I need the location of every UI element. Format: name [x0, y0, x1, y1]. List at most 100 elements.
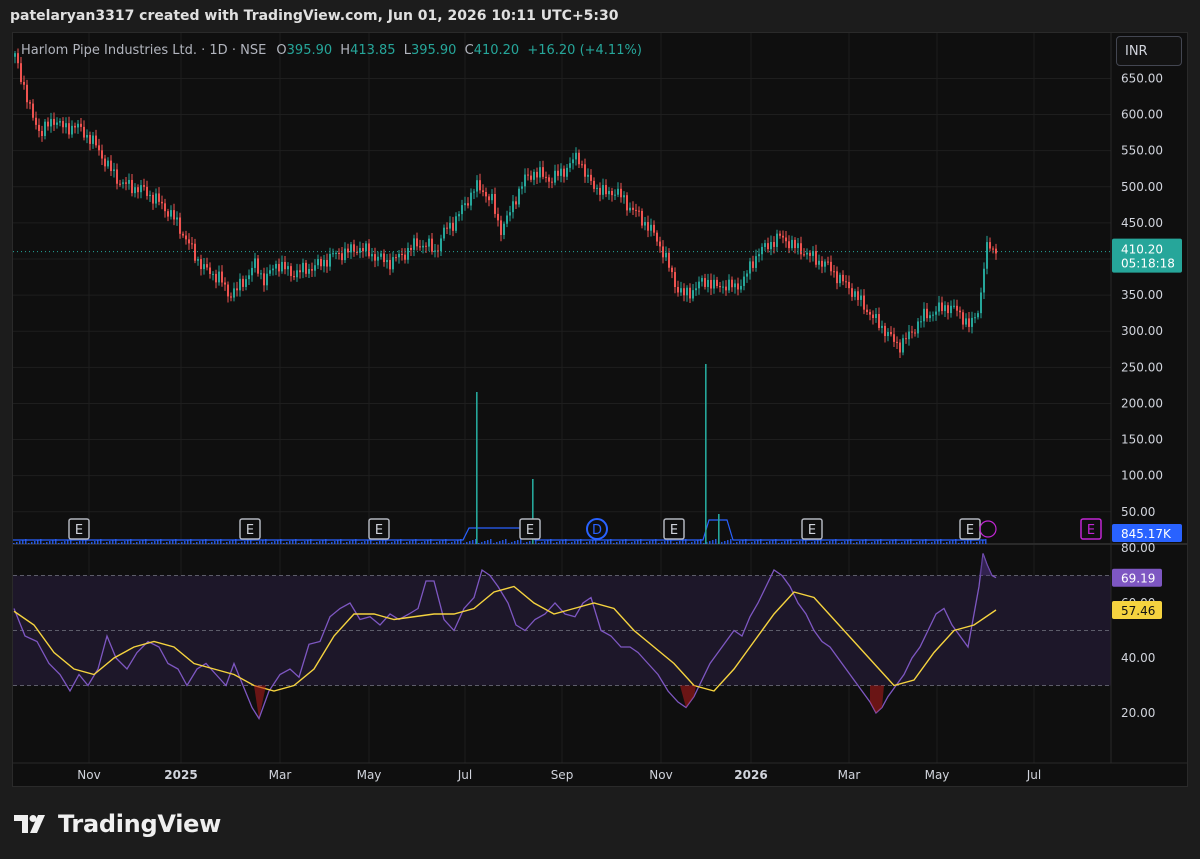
candle-body [131, 179, 133, 194]
candle-body [821, 260, 823, 267]
candle-body [221, 271, 223, 283]
candle-body [722, 286, 724, 288]
candle-body [806, 252, 808, 255]
time-tick-label: Mar [269, 768, 292, 782]
candle-body [719, 286, 721, 288]
candle-body [332, 253, 334, 255]
candle-body [503, 223, 505, 235]
candle-body [737, 283, 739, 290]
candle-body [329, 253, 331, 267]
volume-bar [244, 541, 246, 544]
volume-bar [448, 543, 450, 544]
candle-body [890, 332, 892, 335]
high-label: H [340, 43, 351, 58]
candle-body [758, 254, 760, 257]
volume-bar [598, 543, 600, 544]
candle-body [518, 188, 520, 205]
candle-body [377, 256, 379, 261]
volume-bar [514, 541, 516, 544]
candle-body [521, 186, 523, 189]
volume-bar [139, 541, 141, 544]
chart-canvas[interactable]: E E E E D E E E E 650.00 600.00 550.00 500.00 450.00 4… [13, 33, 1188, 787]
volume-bar [919, 541, 921, 544]
candle-body [188, 239, 190, 244]
volume-bar [268, 543, 270, 544]
candle-body [419, 246, 421, 248]
volume-bar [766, 542, 768, 544]
volume-bar [544, 541, 546, 544]
symbol-label[interactable]: Harlom Pipe Industries Ltd. · 1D · NSE [21, 43, 266, 58]
candle-body [680, 288, 682, 293]
candle-body [374, 254, 376, 261]
candle-body [947, 305, 949, 314]
candle-body [80, 123, 82, 127]
volume-bar [166, 542, 168, 544]
volume-bar [199, 541, 201, 544]
volume-bar [859, 541, 861, 544]
candle-body [668, 252, 670, 268]
volume-bar [118, 543, 120, 544]
last-price-value: 410.20 [1121, 243, 1163, 257]
candle-body [452, 222, 454, 231]
candle-body [269, 270, 271, 274]
volume-bar [571, 542, 573, 544]
volume-bar [328, 543, 330, 544]
candle-body [260, 273, 262, 275]
candle-body [869, 312, 871, 315]
candle-body [944, 305, 946, 312]
candle-body [932, 314, 934, 316]
volume-bar [796, 542, 798, 544]
volume-bar [223, 543, 225, 544]
volume-bar [748, 543, 750, 544]
candle-body [254, 258, 256, 268]
candle-body [986, 242, 988, 269]
candle-body [587, 174, 589, 177]
time-tick-label: Mar [838, 768, 861, 782]
candle-body [242, 278, 244, 287]
candle-body [941, 302, 943, 312]
candle-body [359, 248, 361, 253]
price-tick-label: 300.00 [1121, 324, 1163, 338]
earnings-marker-label: E [670, 523, 678, 538]
candle-body [677, 287, 679, 293]
volume-bar [184, 541, 186, 544]
candle-body [458, 214, 460, 217]
volume-bar [49, 541, 51, 544]
rsi-oversold-fill [870, 685, 884, 713]
volume-bar [781, 542, 783, 544]
candle-body [512, 201, 514, 213]
candle-body [92, 135, 94, 144]
candle-body [413, 238, 415, 250]
rsi-oversold-fill [680, 685, 696, 708]
price-tick-label: 350.00 [1121, 288, 1163, 302]
volume-bar [721, 542, 723, 544]
candle-body [476, 180, 478, 192]
candle-body [137, 187, 139, 193]
candle-body [887, 332, 889, 337]
volume-bar [751, 542, 753, 544]
dividend-marker-label: D [592, 523, 602, 538]
candle-body [152, 194, 154, 204]
candle-body [740, 285, 742, 290]
candle-body [962, 312, 964, 325]
volume-bar [508, 543, 510, 544]
candle-body [938, 302, 940, 312]
candle-body [239, 278, 241, 291]
earnings-marker: E [959, 518, 981, 540]
candle-body [893, 334, 895, 342]
volume-bar [319, 541, 321, 544]
time-tick-label: 2025 [164, 768, 197, 782]
candle-body [545, 176, 547, 178]
chart-frame[interactable]: E E E E D E E E E 650.00 600.00 550.00 500.00 450.00 4… [12, 32, 1188, 787]
candle-body [89, 134, 91, 144]
candle-body [731, 279, 733, 288]
candle-body [179, 217, 181, 234]
volume-bar [463, 543, 465, 544]
candles [14, 48, 997, 359]
currency-button[interactable]: INR [1116, 36, 1182, 66]
volume-bar [520, 539, 522, 544]
volume-bar [79, 541, 81, 544]
candle-body [383, 253, 385, 263]
time-tick-label: Jul [1026, 768, 1041, 782]
volume-bar [643, 543, 645, 544]
